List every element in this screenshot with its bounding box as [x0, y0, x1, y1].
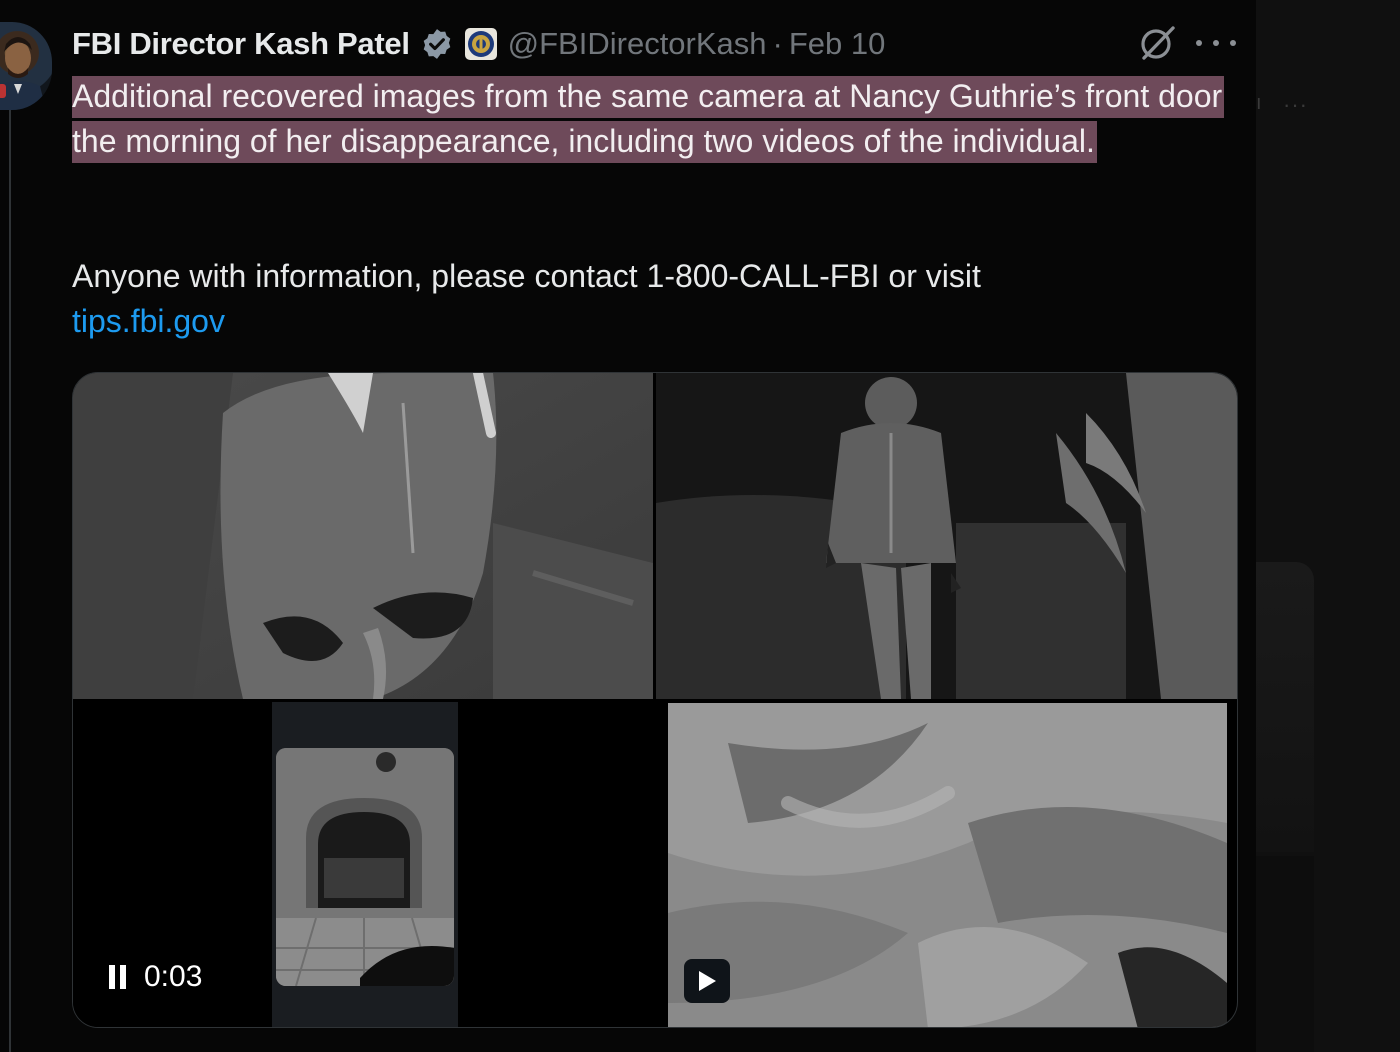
sidebar-more-icon[interactable]: ···	[1283, 92, 1308, 118]
photo-2[interactable]	[656, 373, 1237, 699]
play-icon[interactable]	[684, 959, 730, 1003]
video-2[interactable]	[668, 703, 1227, 1027]
video-timestamp: 0:03	[144, 960, 203, 993]
author-name[interactable]: FBI Director Kash Patel	[72, 26, 410, 62]
separator: ·	[772, 26, 783, 61]
post-date[interactable]: Feb 10	[789, 26, 886, 62]
author-handle[interactable]: @FBIDirectorKash	[508, 26, 767, 62]
sidebar-card[interactable]	[1256, 562, 1314, 852]
thread-line	[9, 110, 11, 1052]
doorway-view	[276, 748, 454, 986]
verified-badge-icon[interactable]	[420, 27, 454, 61]
video-frame	[272, 702, 458, 1027]
highlighted-selection: Additional recovered images from the sam…	[72, 76, 1225, 163]
fbi-seal-icon[interactable]	[464, 27, 498, 61]
tweet-body-text: Anyone with information, please contact …	[72, 254, 1232, 344]
grok-icon[interactable]	[1138, 24, 1176, 62]
more-options-icon[interactable]	[1196, 26, 1236, 60]
pause-icon[interactable]	[109, 965, 126, 989]
tweet-header: FBI Director Kash Patel @FBIDirectorKash…	[72, 24, 885, 64]
tips-link[interactable]: tips.fbi.gov	[72, 303, 225, 339]
photo-1[interactable]	[73, 373, 653, 699]
media-grid: 0:03	[72, 372, 1238, 1028]
video-1[interactable]: 0:03	[73, 702, 653, 1027]
sidebar-card-lower	[1256, 856, 1314, 1052]
tweet-highlighted-text: Additional recovered images from the sam…	[72, 74, 1232, 164]
sidebar-fragment: ı	[1256, 92, 1262, 114]
body-text: Anyone with information, please contact …	[72, 258, 981, 294]
video-player-controls: 0:03	[109, 960, 202, 994]
